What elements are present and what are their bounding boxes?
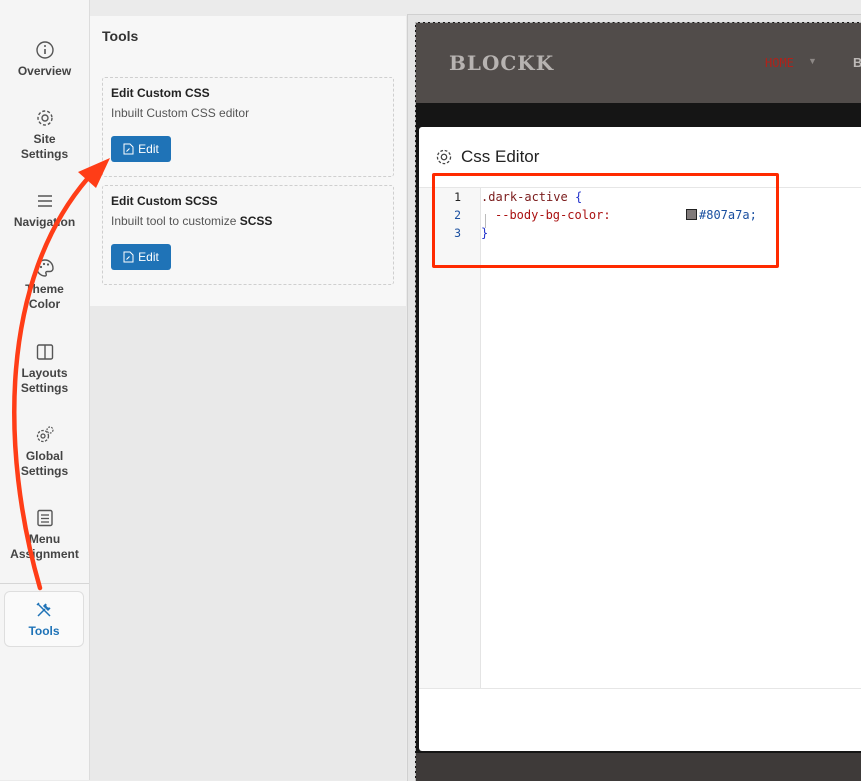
sidebar-item-label-line1: Theme [25, 282, 64, 296]
modal-title: Css Editor [461, 147, 540, 166]
chevron-down-icon: ▼ [808, 56, 817, 66]
edit-scss-button[interactable]: Edit [111, 244, 171, 270]
panel-title: Tools [102, 28, 139, 44]
palette-icon [35, 259, 54, 277]
tools-panel: Tools Edit Custom CSS Inbuilt Custom CSS… [90, 16, 406, 306]
button-label: Edit [138, 142, 159, 156]
sidebar-item-label-line1: Menu [28, 532, 61, 546]
card-title: Edit Custom SCSS [111, 194, 218, 208]
site-footer-strip [416, 753, 861, 781]
sidebar-item-menu-assignment[interactable]: Menu Assignment [0, 508, 89, 562]
sidebar-item-label-line1: Layouts [21, 366, 68, 380]
sidebar-item-label-line2: Settings [20, 381, 69, 395]
gears-icon [36, 426, 54, 443]
sidebar-item-label: Navigation [13, 215, 76, 229]
list-icon [36, 509, 53, 527]
sidebar-item-label-line2: Color [28, 297, 61, 311]
gear-icon [36, 110, 53, 126]
nav-divider [0, 583, 89, 584]
site-logo[interactable]: BLOCKK [449, 51, 554, 75]
left-nav: Overview Site Settings Navigation Theme … [0, 0, 90, 780]
sidebar-item-navigation[interactable]: Navigation [0, 191, 89, 230]
sidebar-item-tools[interactable]: Tools [4, 591, 84, 647]
card-description: Inbuilt tool to customize SCSS [111, 214, 272, 228]
card-description-bold: SCSS [239, 214, 273, 228]
sidebar-item-layouts-settings[interactable]: Layouts Settings [0, 342, 89, 396]
modal-header: Css Editor [435, 147, 539, 167]
card-title: Edit Custom CSS [111, 86, 210, 100]
sidebar-item-label-line1: Site [33, 132, 56, 146]
sidebar-item-label-line2: Settings [20, 147, 69, 161]
menu-icon [37, 195, 52, 207]
site-header: BLOCKK HOME ▼ B [416, 23, 861, 103]
button-label: Edit [138, 250, 159, 264]
sidebar-item-site-settings[interactable]: Site Settings [0, 108, 89, 162]
sidebar-item-overview[interactable]: Overview [0, 40, 89, 79]
sidebar-item-theme-color[interactable]: Theme Color [0, 258, 89, 312]
tools-icon [36, 602, 51, 617]
annotation-highlight-box [432, 173, 779, 268]
edit-css-button[interactable]: Edit [111, 136, 171, 162]
nav-home-link[interactable]: HOME [765, 56, 794, 70]
sidebar-item-label: Tools [28, 624, 60, 638]
sidebar-item-label-line2: Assignment [10, 547, 79, 561]
file-edit-icon [123, 143, 134, 155]
gear-icon [436, 149, 452, 165]
card-description: Inbuilt Custom CSS editor [111, 106, 250, 120]
card-edit-custom-css: Edit Custom CSS Inbuilt Custom CSS edito… [102, 77, 394, 177]
nav-next-link[interactable]: B [853, 55, 861, 70]
card-description-text: Inbuilt tool to customize [111, 214, 240, 228]
sidebar-item-label-line1: Global [25, 449, 64, 463]
sidebar-item-global-settings[interactable]: Global Settings [0, 425, 89, 479]
sidebar-item-label-line2: Settings [20, 464, 69, 478]
file-edit-icon [123, 251, 134, 263]
panel-background [90, 306, 406, 780]
card-edit-custom-scss: Edit Custom SCSS Inbuilt tool to customi… [102, 185, 394, 285]
info-icon [35, 41, 54, 59]
sidebar-item-label: Overview [17, 64, 72, 78]
layout-icon [36, 344, 53, 360]
